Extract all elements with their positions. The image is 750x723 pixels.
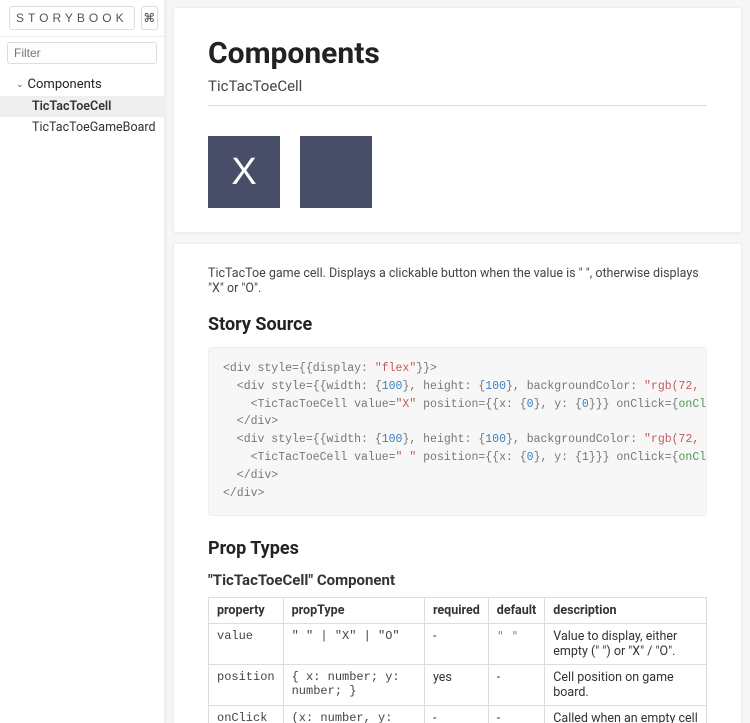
tictactoe-cell-empty[interactable] (300, 136, 372, 208)
tree-group-label: Components (28, 77, 102, 92)
cell-property: position (209, 664, 284, 705)
prop-types-heading: Prop Types (208, 538, 707, 559)
table-row: position { x: number; y: number; } yes -… (209, 664, 707, 705)
cell-default: " " (488, 623, 545, 664)
th-proptype: propType (283, 597, 424, 623)
tree-group-components[interactable]: ⌄ Components (0, 73, 164, 96)
sidebar: STORYBOOK ⌘ ⌄ Components TicTacToeCell T… (0, 0, 165, 723)
cell-description: Cell position on game board. (545, 664, 707, 705)
main-content: Components TicTacToeCell X TicTacToe gam… (165, 0, 750, 723)
cell-property: onClick (209, 705, 284, 723)
page-title: Components (208, 36, 707, 71)
story-source-heading: Story Source (208, 314, 707, 335)
cell-description: Value to display, either empty (" ") or … (545, 623, 707, 664)
page-subtitle: TicTacToeCell (208, 77, 707, 106)
th-default: default (488, 597, 545, 623)
component-table-heading: "TicTacToeCell" Component (208, 571, 707, 589)
tree-item-tictactoegameboard[interactable]: TicTacToeGameBoard (0, 117, 164, 138)
sidebar-tree: ⌄ Components TicTacToeCell TicTacToeGame… (0, 69, 164, 142)
cell-description: Called when an empty cell is clicked. (545, 705, 707, 723)
cell-proptype: " " | "X" | "O" (283, 623, 424, 664)
prop-types-table: property propType required default descr… (208, 597, 707, 723)
th-required: required (424, 597, 488, 623)
tictactoe-cell-filled[interactable]: X (208, 136, 280, 208)
cell-default: - (488, 664, 545, 705)
cell-property: value (209, 623, 284, 664)
preview-cells: X (208, 136, 707, 208)
info-panel: TicTacToe game cell. Displays a clickabl… (173, 243, 742, 723)
cell-proptype: { x: number; y: number; } (283, 664, 424, 705)
th-property: property (209, 597, 284, 623)
component-description: TicTacToe game cell. Displays a clickabl… (208, 266, 707, 296)
cell-required: - (424, 705, 488, 723)
sidebar-filter (0, 37, 164, 69)
table-row: onClick (x: number, y: number) => void -… (209, 705, 707, 723)
cell-proptype: (x: number, y: number) => void (283, 705, 424, 723)
table-header-row: property propType required default descr… (209, 597, 707, 623)
storybook-logo: STORYBOOK (9, 6, 135, 30)
preview-panel: Components TicTacToeCell X (173, 7, 742, 233)
cell-required: yes (424, 664, 488, 705)
th-description: description (545, 597, 707, 623)
shortcuts-button[interactable]: ⌘ (141, 6, 158, 30)
tree-item-tictactoecell[interactable]: TicTacToeCell (0, 96, 164, 117)
cell-required: - (424, 623, 488, 664)
chevron-down-icon: ⌄ (16, 80, 24, 90)
table-row: value " " | "X" | "O" - " " Value to dis… (209, 623, 707, 664)
story-source-code: <div style={{display: "flex"}}> <div sty… (208, 347, 707, 516)
sidebar-header: STORYBOOK ⌘ (0, 0, 164, 37)
cell-default: - (488, 705, 545, 723)
filter-input[interactable] (7, 42, 157, 64)
